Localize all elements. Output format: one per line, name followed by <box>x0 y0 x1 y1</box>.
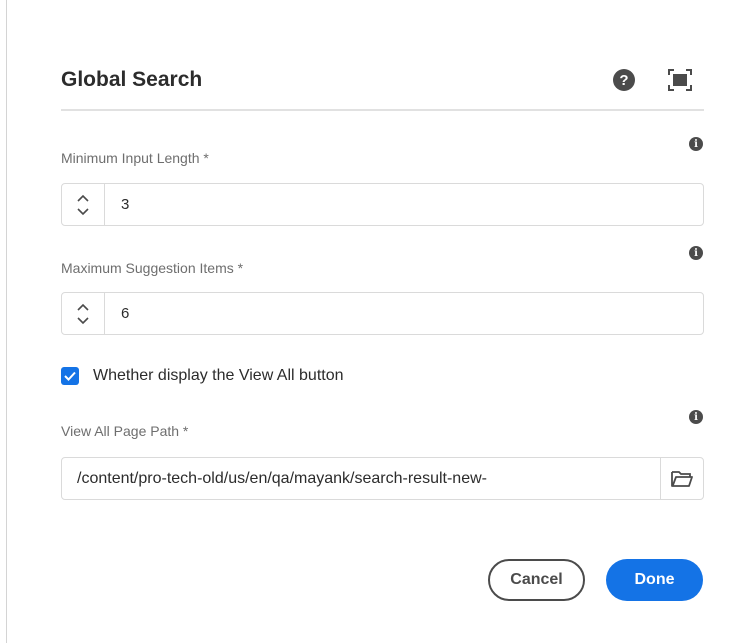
help-icon[interactable]: ? <box>613 69 635 91</box>
folder-open-icon[interactable] <box>660 458 703 499</box>
done-button[interactable]: Done <box>606 559 703 601</box>
stepper-up-icon[interactable] <box>77 194 89 202</box>
view-all-checkbox[interactable]: Whether display the View All button <box>61 367 344 385</box>
page-path-field <box>61 457 704 500</box>
view-all-checkbox-label: Whether display the View All button <box>93 367 344 384</box>
fullscreen-icon[interactable] <box>668 69 692 91</box>
max-items-stepper[interactable] <box>62 293 105 334</box>
max-items-label: Maximum Suggestion Items * <box>61 260 244 276</box>
checkbox-checked-icon[interactable] <box>61 367 79 385</box>
dialog-title: Global Search <box>61 68 203 91</box>
min-input-info-icon[interactable]: i <box>689 137 703 151</box>
min-input-stepper[interactable] <box>62 184 105 225</box>
stepper-up-icon[interactable] <box>77 303 89 311</box>
max-items-value[interactable]: 6 <box>105 293 129 334</box>
max-suggestion-items-field[interactable]: 6 <box>61 292 704 335</box>
stepper-down-icon[interactable] <box>77 316 89 325</box>
min-input-length-field[interactable]: 3 <box>61 183 704 226</box>
global-search-dialog: Global Search ? i Minimum Input Length *… <box>7 10 737 643</box>
min-input-value[interactable]: 3 <box>105 184 129 225</box>
cancel-button[interactable]: Cancel <box>488 559 585 601</box>
page-path-input[interactable] <box>62 458 660 499</box>
page-path-label: View All Page Path * <box>61 423 189 439</box>
min-input-label: Minimum Input Length * <box>61 150 209 166</box>
header-divider <box>61 109 704 111</box>
max-items-info-icon[interactable]: i <box>689 246 703 260</box>
page-path-info-icon[interactable]: i <box>689 410 703 424</box>
stepper-down-icon[interactable] <box>77 207 89 216</box>
